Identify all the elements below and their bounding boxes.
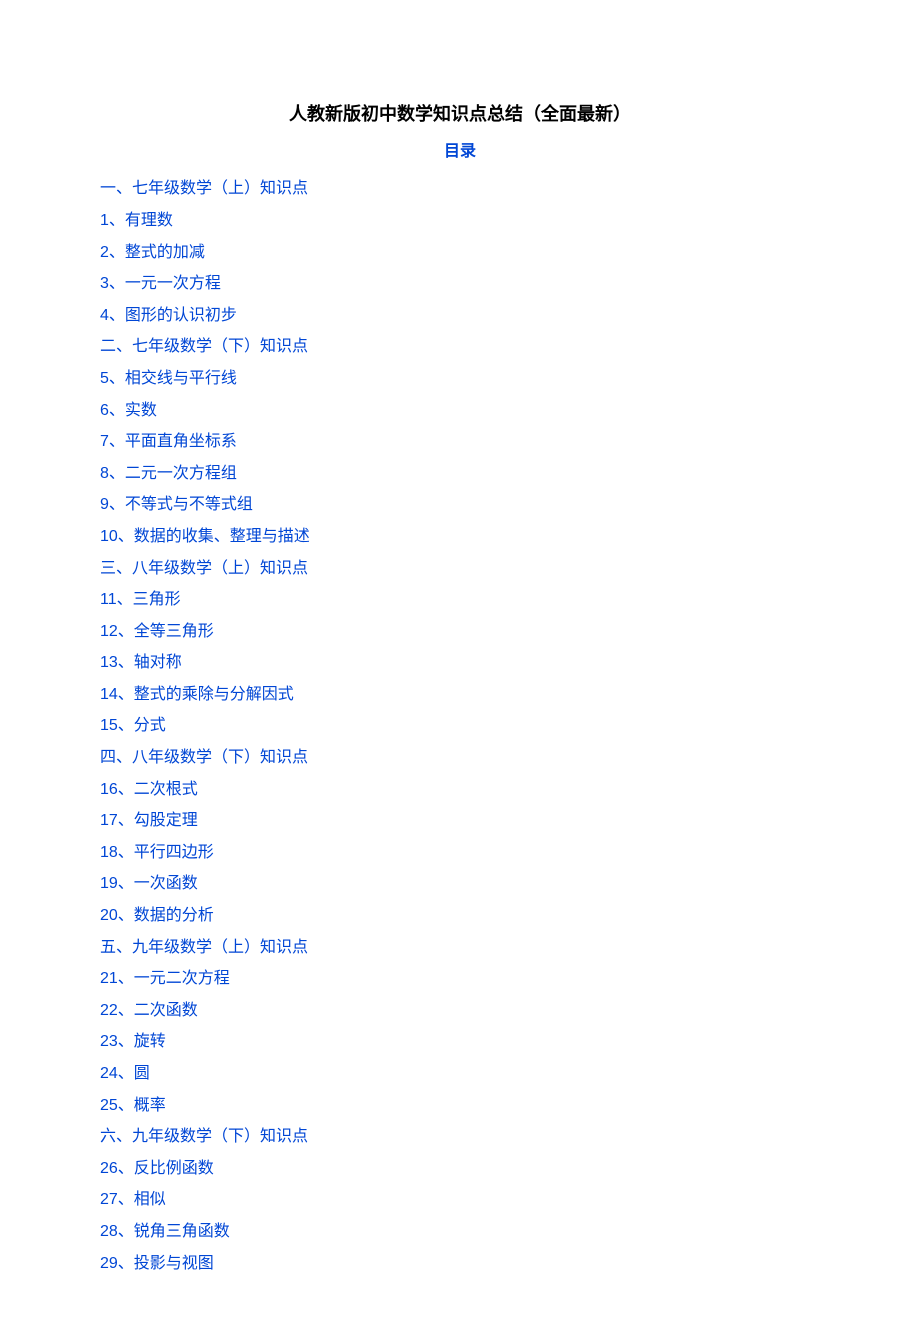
toc-link[interactable]: 1、有理数 xyxy=(100,208,820,234)
toc-link[interactable]: 9、不等式与不等式组 xyxy=(100,492,820,518)
toc-link[interactable]: 二、七年级数学（下）知识点 xyxy=(100,334,820,360)
toc-link[interactable]: 六、九年级数学（下）知识点 xyxy=(100,1124,820,1150)
toc-list: 一、七年级数学（上）知识点 1、有理数 2、整式的加减 3、一元一次方程 4、图… xyxy=(100,176,820,1276)
toc-link[interactable]: 22、二次函数 xyxy=(100,998,820,1024)
toc-link[interactable]: 四、八年级数学（下）知识点 xyxy=(100,745,820,771)
toc-link[interactable]: 26、反比例函数 xyxy=(100,1156,820,1182)
toc-link[interactable]: 5、相交线与平行线 xyxy=(100,366,820,392)
toc-link[interactable]: 11、三角形 xyxy=(100,587,820,613)
toc-link[interactable]: 10、数据的收集、整理与描述 xyxy=(100,524,820,550)
toc-link[interactable]: 21、一元二次方程 xyxy=(100,966,820,992)
toc-link[interactable]: 16、二次根式 xyxy=(100,777,820,803)
toc-link[interactable]: 18、平行四边形 xyxy=(100,840,820,866)
toc-link[interactable]: 25、概率 xyxy=(100,1093,820,1119)
document-title: 人教新版初中数学知识点总结（全面最新） xyxy=(100,100,820,129)
toc-link[interactable]: 28、锐角三角函数 xyxy=(100,1219,820,1245)
toc-link[interactable]: 7、平面直角坐标系 xyxy=(100,429,820,455)
toc-link[interactable]: 29、投影与视图 xyxy=(100,1251,820,1277)
toc-link[interactable]: 15、分式 xyxy=(100,713,820,739)
toc-link[interactable]: 24、圆 xyxy=(100,1061,820,1087)
toc-link[interactable]: 12、全等三角形 xyxy=(100,619,820,645)
toc-link[interactable]: 五、九年级数学（上）知识点 xyxy=(100,935,820,961)
toc-link[interactable]: 20、数据的分析 xyxy=(100,903,820,929)
toc-link[interactable]: 8、二元一次方程组 xyxy=(100,461,820,487)
toc-link[interactable]: 14、整式的乘除与分解因式 xyxy=(100,682,820,708)
toc-link[interactable]: 6、实数 xyxy=(100,398,820,424)
document-page: 人教新版初中数学知识点总结（全面最新） 目录 一、七年级数学（上）知识点 1、有… xyxy=(0,0,920,1322)
toc-link[interactable]: 19、一次函数 xyxy=(100,871,820,897)
toc-link[interactable]: 3、一元一次方程 xyxy=(100,271,820,297)
toc-link[interactable]: 一、七年级数学（上）知识点 xyxy=(100,176,820,202)
toc-heading: 目录 xyxy=(100,139,820,165)
toc-link[interactable]: 4、图形的认识初步 xyxy=(100,303,820,329)
toc-link[interactable]: 17、勾股定理 xyxy=(100,808,820,834)
toc-link[interactable]: 2、整式的加减 xyxy=(100,240,820,266)
toc-link[interactable]: 23、旋转 xyxy=(100,1029,820,1055)
toc-link[interactable]: 三、八年级数学（上）知识点 xyxy=(100,556,820,582)
toc-link[interactable]: 27、相似 xyxy=(100,1187,820,1213)
toc-link[interactable]: 13、轴对称 xyxy=(100,650,820,676)
